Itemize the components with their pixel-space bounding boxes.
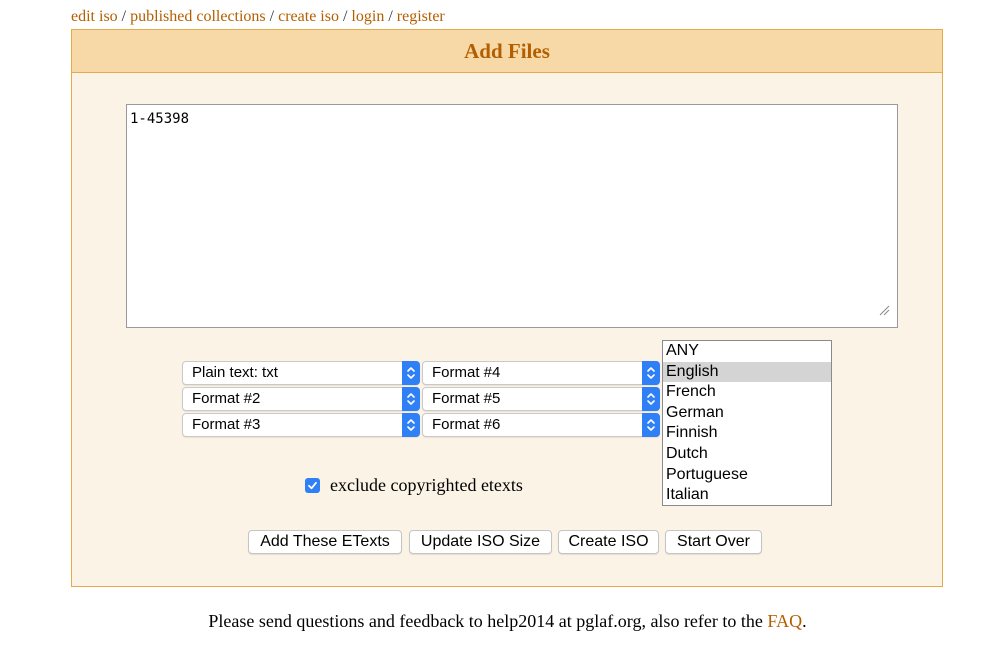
exclude-copyrighted-row: exclude copyrighted etexts (305, 474, 523, 496)
exclude-copyrighted-label: exclude copyrighted etexts (330, 475, 523, 495)
chevron-up-down-icon (642, 387, 660, 411)
add-files-panel: Add Files 1-45398 Plain text: txt Format… (71, 29, 943, 587)
faq-link[interactable]: FAQ (767, 611, 802, 631)
nav-link-published-collections[interactable]: published collections (130, 8, 266, 25)
language-option-finnish[interactable]: Finnish (663, 423, 831, 444)
language-option-italian[interactable]: Italian (663, 485, 831, 505)
add-etexts-button[interactable]: Add These ETexts (248, 530, 402, 554)
format-select-6[interactable]: Format #6 (422, 413, 660, 437)
nav-link-login[interactable]: login (351, 8, 384, 25)
language-option-english[interactable]: English (663, 361, 831, 383)
etext-numbers-input[interactable]: 1-45398 (126, 104, 898, 328)
format-select-1-value: Plain text: txt (192, 364, 278, 381)
resize-grip-icon[interactable] (878, 304, 890, 316)
chevron-up-down-icon (402, 413, 420, 437)
format-select-5[interactable]: Format #5 (422, 387, 660, 411)
format-select-3-value: Format #3 (192, 416, 261, 433)
format-select-6-value: Format #6 (432, 416, 501, 433)
language-option-portuguese[interactable]: Portuguese (663, 465, 831, 486)
footer: Please send questions and feedback to he… (0, 610, 1000, 632)
nav-separator: / (342, 8, 348, 25)
language-option-french[interactable]: French (663, 382, 831, 403)
format-select-2-value: Format #2 (192, 390, 261, 407)
language-listbox[interactable]: ANY English French German Finnish Dutch … (662, 340, 832, 506)
format-select-2[interactable]: Format #2 (182, 387, 420, 411)
format-select-1[interactable]: Plain text: txt (182, 361, 420, 385)
nav-link-create-iso[interactable]: create iso (278, 8, 339, 25)
create-iso-button[interactable]: Create ISO (558, 530, 659, 554)
start-over-button[interactable]: Start Over (665, 530, 762, 554)
top-navigation: edit iso / published collections / creat… (71, 7, 445, 27)
footer-end: . (802, 611, 807, 631)
nav-separator: / (269, 8, 275, 25)
footer-text: Please send questions and feedback to he… (208, 611, 763, 631)
chevron-up-down-icon (402, 361, 420, 385)
language-option-german[interactable]: German (663, 403, 831, 424)
nav-separator: / (388, 8, 393, 25)
chevron-up-down-icon (402, 387, 420, 411)
nav-separator: / (121, 8, 127, 25)
chevron-up-down-icon (642, 413, 660, 437)
nav-link-register[interactable]: register (397, 8, 445, 25)
chevron-up-down-icon (642, 361, 660, 385)
language-option-any[interactable]: ANY (663, 341, 831, 362)
format-select-4[interactable]: Format #4 (422, 361, 660, 385)
nav-link-edit-iso[interactable]: edit iso (71, 8, 118, 25)
format-select-4-value: Format #4 (432, 364, 501, 381)
checkmark-icon (308, 481, 317, 490)
language-option-dutch[interactable]: Dutch (663, 444, 831, 465)
exclude-copyrighted-checkbox[interactable] (305, 478, 320, 493)
format-select-5-value: Format #5 (432, 390, 501, 407)
panel-title: Add Files (72, 30, 942, 73)
format-select-3[interactable]: Format #3 (182, 413, 420, 437)
update-iso-size-button[interactable]: Update ISO Size (409, 530, 552, 554)
